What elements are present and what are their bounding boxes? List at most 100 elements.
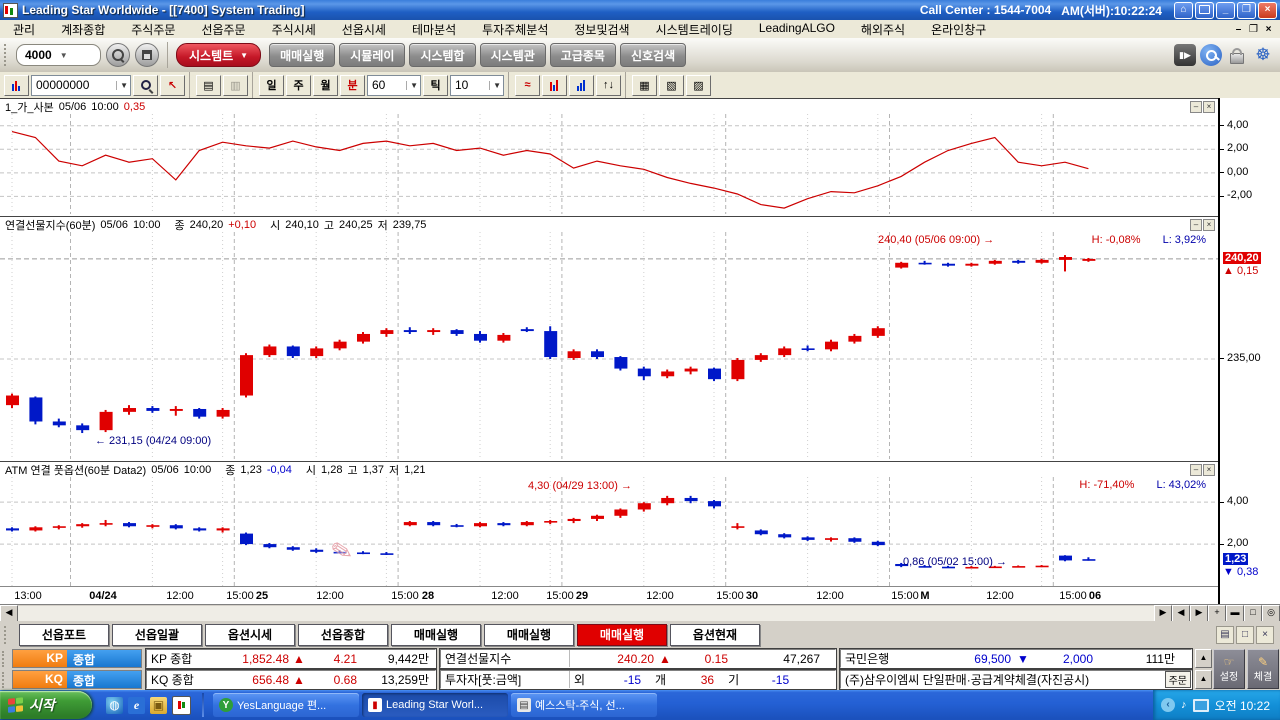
chart-nav-icon[interactable]: ▶ bbox=[1190, 605, 1208, 622]
network-icon[interactable] bbox=[1193, 699, 1209, 712]
menu-item[interactable]: 주식시세 bbox=[259, 20, 329, 39]
lock-icon[interactable] bbox=[1226, 44, 1248, 66]
chart-nav-icon[interactable]: ▶ bbox=[1154, 605, 1172, 622]
monitor-icon[interactable] bbox=[1195, 2, 1214, 19]
folder-icon[interactable]: ▣ bbox=[150, 697, 167, 714]
chart-type-icon[interactable] bbox=[4, 75, 29, 96]
menu-item[interactable]: 테마분석 bbox=[399, 20, 469, 39]
futures-quote-cell[interactable]: 연결선물지수 240.20 ▲ 0.15 47,267 bbox=[440, 649, 836, 668]
globe-icon[interactable]: ◍ bbox=[106, 697, 123, 714]
internet-explorer-icon[interactable]: e bbox=[128, 697, 145, 714]
period-minute-button[interactable]: 분 bbox=[340, 75, 365, 96]
kp-badge[interactable]: KP 종합 bbox=[12, 649, 142, 668]
period-week-button[interactable]: 주 bbox=[286, 75, 311, 96]
panel-minimize-icon[interactable]: ‒ bbox=[1190, 464, 1202, 476]
key-icon[interactable] bbox=[1200, 44, 1222, 66]
minimize-button[interactable]: _ bbox=[1216, 2, 1235, 19]
menu-item[interactable]: 계좌종합 bbox=[48, 20, 118, 39]
grid-settings-icon[interactable]: ▦ bbox=[632, 75, 657, 96]
tabs-grip[interactable] bbox=[4, 626, 12, 644]
stock-app-icon[interactable] bbox=[172, 696, 191, 715]
mdi-restore-button[interactable]: ❐ bbox=[1246, 24, 1261, 35]
panel-minimize-icon[interactable]: ‒ bbox=[1190, 101, 1202, 113]
panel-control-icon[interactable]: □ bbox=[1236, 626, 1254, 644]
menu-item[interactable]: 정보및검색 bbox=[561, 20, 642, 39]
toolbar-button[interactable]: 시뮬레이 bbox=[339, 43, 405, 67]
scroll-left-icon[interactable]: ◀ bbox=[0, 605, 18, 622]
menu-item[interactable]: 해외주식 bbox=[848, 20, 918, 39]
restore-button[interactable]: ❐ bbox=[1237, 2, 1256, 19]
menu-item[interactable]: LeadingALGO bbox=[746, 20, 848, 39]
tab-선옵종합-3[interactable]: 선옵종합 bbox=[298, 624, 388, 646]
toolbar-button[interactable]: 매매실행 bbox=[269, 43, 335, 67]
minute-value-combo[interactable]: 60▼ bbox=[367, 75, 421, 96]
cursor-select-icon[interactable]: ↖ bbox=[160, 75, 185, 96]
설정-button[interactable]: ☞설정 bbox=[1213, 649, 1245, 689]
news-cell[interactable]: (주)삼우이엠씨 단일판매·공급계약체결(자진공시) 주문 bbox=[840, 670, 1192, 689]
put-plot[interactable]: H: -71,40%L: 43,02% 4,30 (04/29 13:00) →… bbox=[0, 477, 1218, 586]
scroll-track[interactable] bbox=[18, 606, 1154, 621]
menu-item[interactable]: 온라인창구 bbox=[918, 20, 999, 39]
investor-cell[interactable]: 투자자[풋:금액] 외 -15 개 36 기 -15 bbox=[440, 670, 836, 689]
menu-item[interactable]: 투자주체분석 bbox=[469, 20, 561, 39]
volume-icon[interactable]: ♪ bbox=[1181, 699, 1187, 711]
tick-value-combo[interactable]: 10▼ bbox=[450, 75, 504, 96]
체결-button[interactable]: ✎체결 bbox=[1247, 649, 1279, 689]
scroll-up-icon[interactable]: ▲ bbox=[1195, 649, 1212, 668]
panel-control-icon[interactable]: × bbox=[1256, 626, 1274, 644]
indicator-settings-icon[interactable]: ▧ bbox=[659, 75, 684, 96]
symbol-search-button[interactable] bbox=[133, 75, 158, 96]
menu-item[interactable]: 선옵주문 bbox=[188, 20, 258, 39]
new-chart-icon[interactable]: ▤ bbox=[196, 75, 221, 96]
kq-badge[interactable]: KQ 종합 bbox=[12, 670, 142, 689]
panel-minimize-icon[interactable]: ‒ bbox=[1190, 219, 1202, 231]
panel-close-icon[interactable]: × bbox=[1203, 464, 1215, 476]
menu-item[interactable]: 관리 bbox=[0, 20, 48, 39]
toolbar-button[interactable]: 시스템관 bbox=[480, 43, 546, 67]
panel-close-icon[interactable]: × bbox=[1203, 219, 1215, 231]
mdi-minimize-button[interactable]: – bbox=[1231, 24, 1246, 35]
tab-매매실행-5[interactable]: 매매실행 bbox=[484, 624, 574, 646]
chart-nav-icon[interactable]: ◎ bbox=[1262, 605, 1280, 622]
toolbar-button[interactable]: 시스템합 bbox=[409, 43, 475, 67]
chart-nav-icon[interactable]: ◀ bbox=[1172, 605, 1190, 622]
home-icon[interactable]: ⌂ bbox=[1174, 2, 1193, 19]
tab-옵션현재-7[interactable]: 옵션현재 bbox=[670, 624, 760, 646]
kp-index-cell[interactable]: KP 종합 1,852.48 ▲ 4.21 9,442만 bbox=[146, 649, 436, 668]
taskbar-task-1[interactable]: ▮Leading Star Worl... bbox=[362, 693, 508, 717]
period-day-button[interactable]: 일 bbox=[259, 75, 284, 96]
volume-style-icon[interactable] bbox=[569, 75, 594, 96]
period-month-button[interactable]: 월 bbox=[313, 75, 338, 96]
start-button[interactable]: 시작 bbox=[0, 691, 92, 719]
gear-icon[interactable]: ☸ bbox=[1252, 44, 1274, 66]
tab-선옵포트-0[interactable]: 선옵포트 bbox=[19, 624, 109, 646]
order-chip[interactable]: 주문 bbox=[1165, 671, 1191, 688]
tab-매매실행-6[interactable]: 매매실행 bbox=[577, 624, 667, 646]
tray-chevron-icon[interactable]: ‹ bbox=[1161, 698, 1175, 712]
toolbar-grip[interactable] bbox=[4, 44, 12, 66]
toolbar-button[interactable]: 신호검색 bbox=[620, 43, 686, 67]
futures-plot[interactable]: H: -0,08%L: 3,92% 240,40 (05/06 09:00) →… bbox=[0, 232, 1218, 459]
menu-item[interactable]: 주식주문 bbox=[118, 20, 188, 39]
stock-quote-cell[interactable]: 국민은행 69,500 ▼ 2,000 111만 bbox=[840, 649, 1192, 668]
toolbar-button[interactable]: 고급종목 bbox=[550, 43, 616, 67]
save-button[interactable] bbox=[135, 43, 159, 67]
screen-number-combo[interactable]: 4000▼ bbox=[16, 44, 101, 66]
close-button[interactable]: × bbox=[1258, 2, 1277, 19]
chart-nav-icon[interactable]: □ bbox=[1244, 605, 1262, 622]
chart-nav-icon[interactable]: ▬ bbox=[1226, 605, 1244, 622]
sort-updown-icon[interactable]: ↑↓ bbox=[596, 75, 621, 96]
panel-close-icon[interactable]: × bbox=[1203, 101, 1215, 113]
tab-옵션시세-2[interactable]: 옵션시세 bbox=[205, 624, 295, 646]
kq-index-cell[interactable]: KQ 종합 656.48 ▲ 0.68 13,259만 bbox=[146, 670, 436, 689]
menu-item[interactable]: 선옵시세 bbox=[329, 20, 399, 39]
taskbar-task-2[interactable]: ▤예스스탁-주식, 선... bbox=[511, 693, 657, 717]
play-pause-icon[interactable]: ▮▶ bbox=[1174, 44, 1196, 66]
line-style-icon[interactable]: ≈ bbox=[515, 75, 540, 96]
mdi-close-button[interactable]: × bbox=[1261, 24, 1276, 35]
search-button[interactable] bbox=[106, 43, 130, 67]
symbol-code-combo[interactable]: 00000000▼ bbox=[31, 75, 131, 96]
scroll-up-icon[interactable]: ▲ bbox=[1195, 670, 1212, 689]
panel-control-icon[interactable]: ▤ bbox=[1216, 626, 1234, 644]
menu-item[interactable]: 시스템트레이딩 bbox=[643, 20, 746, 39]
